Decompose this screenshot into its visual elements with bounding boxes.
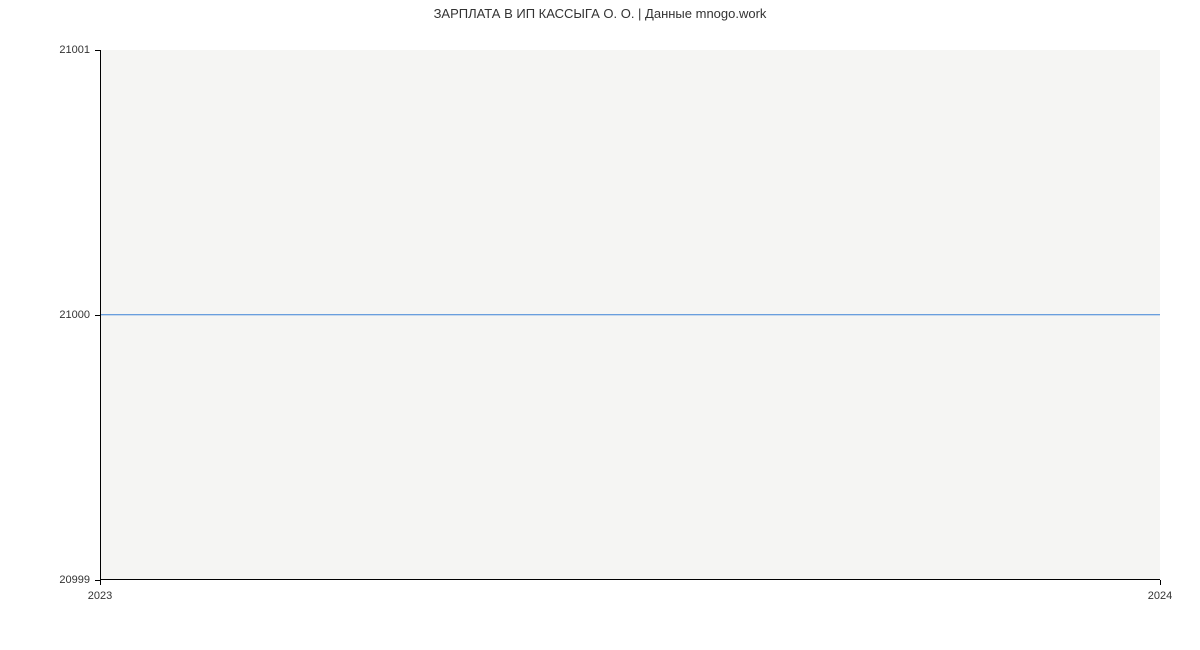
chart-container: 21001 21000 20999 2023 2024 xyxy=(40,32,1160,610)
x-tick-label: 2024 xyxy=(1148,590,1172,602)
plot-area xyxy=(100,50,1160,580)
y-tick-label: 21001 xyxy=(40,44,100,56)
x-tick-mark xyxy=(1160,580,1161,585)
y-tick-label: 20999 xyxy=(40,574,100,586)
data-line xyxy=(101,314,1160,316)
x-axis: 2023 2024 xyxy=(100,580,1160,610)
y-axis: 21001 21000 20999 xyxy=(40,50,100,580)
y-tick-mark xyxy=(95,315,100,316)
chart-title: ЗАРПЛАТА В ИП КАССЫГА О. О. | Данные mno… xyxy=(0,0,1200,27)
y-tick-label: 21000 xyxy=(40,309,100,321)
y-tick-mark xyxy=(95,50,100,51)
x-tick-mark xyxy=(100,580,101,585)
x-tick-label: 2023 xyxy=(88,590,112,602)
